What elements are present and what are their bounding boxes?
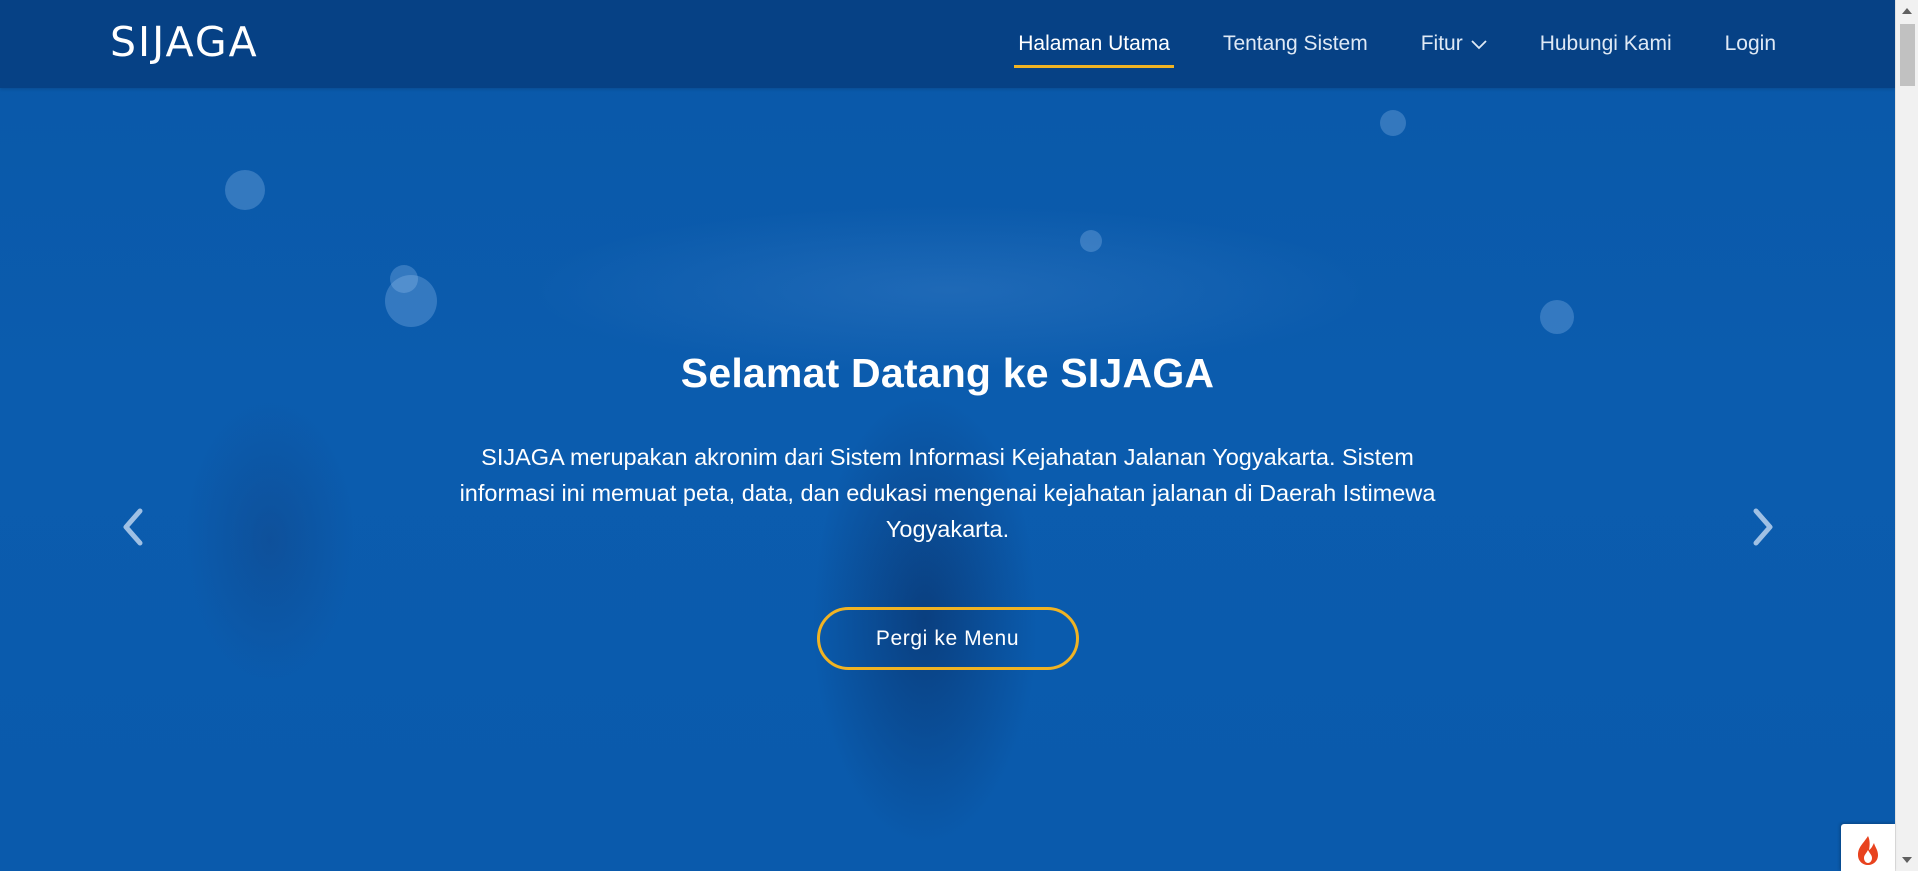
bokeh-decoration <box>385 275 437 327</box>
nav-item-label: Fitur <box>1420 32 1463 55</box>
scroll-up-icon[interactable] <box>1902 8 1912 14</box>
bokeh-decoration <box>1540 300 1574 334</box>
nav-item-tentang-sistem[interactable]: Tentang Sistem <box>1219 24 1372 64</box>
go-to-menu-button[interactable]: Pergi ke Menu <box>816 607 1079 670</box>
bokeh-decoration <box>1380 110 1406 136</box>
nav-item-hubungi-kami[interactable]: Hubungi Kami <box>1536 24 1676 64</box>
nav-item-login[interactable]: Login <box>1721 24 1780 64</box>
flame-icon <box>1858 836 1878 865</box>
chevron-down-icon <box>1471 32 1487 56</box>
hero-title: Selamat Datang ke SIJAGA <box>680 350 1215 396</box>
bokeh-decoration <box>1080 230 1102 252</box>
brand-logo[interactable]: SIJAGA <box>110 18 259 66</box>
page-scrollbar[interactable] <box>1895 0 1918 871</box>
nav-item-label: Tentang Sistem <box>1222 32 1368 55</box>
main-nav: Halaman Utama Tentang Sistem Fitur Hubun… <box>969 0 1780 88</box>
debug-toolbar-badge[interactable] <box>1841 824 1895 871</box>
nav-item-fitur-dropdown[interactable]: Fitur <box>1417 24 1491 64</box>
nav-item-label: Login <box>1724 32 1776 55</box>
top-navbar: SIJAGA Halaman Utama Tentang Sistem Fitu… <box>0 0 1895 88</box>
nav-item-halaman-utama[interactable]: Halaman Utama <box>1014 24 1174 68</box>
bokeh-decoration <box>225 170 265 210</box>
scroll-down-icon[interactable] <box>1902 857 1912 863</box>
page: SIJAGA Halaman Utama Tentang Sistem Fitu… <box>0 0 1918 871</box>
hero-content: Selamat Datang ke SIJAGA SIJAGA merupaka… <box>0 350 1895 670</box>
scroll-thumb[interactable] <box>1900 24 1915 86</box>
nav-item-label: Hubungi Kami <box>1539 32 1672 55</box>
nav-item-label: Halaman Utama <box>1018 32 1170 55</box>
hero-description: SIJAGA merupakan akronim dari Sistem Inf… <box>459 444 1436 542</box>
